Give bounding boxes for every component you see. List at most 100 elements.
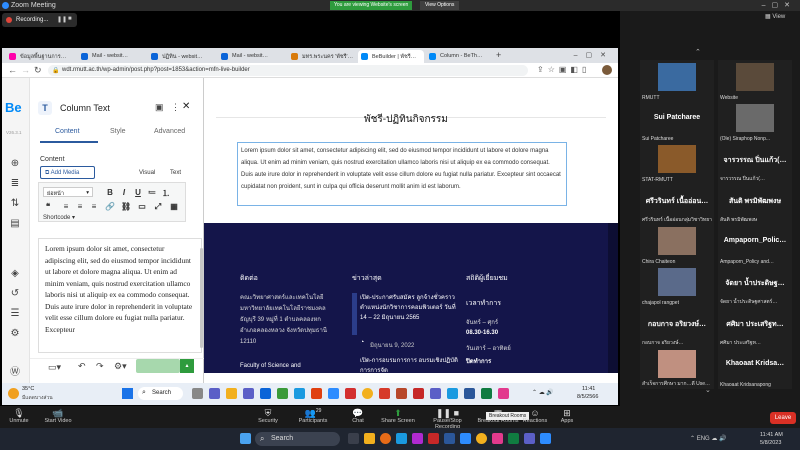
device-icon[interactable]: ▭▾ — [48, 362, 61, 373]
news-item[interactable]: เปิด-ประกาศรับสมัคร ลูกจ้างชั่วคราว ตำแห… — [360, 293, 460, 323]
align-center-icon[interactable]: ≡ — [75, 202, 85, 211]
start-video-button[interactable]: 📹 Start Video — [33, 408, 83, 424]
layers-icon[interactable]: ≣ — [9, 178, 21, 190]
app-icon[interactable] — [277, 388, 288, 399]
align-left-icon[interactable]: ≡ — [61, 202, 71, 211]
app-icon[interactable] — [540, 433, 551, 444]
app-icon[interactable] — [328, 388, 339, 399]
participant-tile[interactable]: ศศิมา ประเสริฐท… ศศิมา ประเสริฐท… — [718, 306, 792, 348]
window-controls[interactable]: –▢✕ — [762, 1, 796, 9]
app-icon[interactable] — [348, 433, 359, 444]
shortcode-dropdown[interactable]: Shortcode ▾ — [43, 214, 75, 221]
close-icon[interactable]: ✕ — [182, 101, 190, 112]
page-scrollbar[interactable] — [608, 223, 618, 373]
scrollbar[interactable] — [200, 248, 203, 348]
tab-advanced[interactable]: Advanced — [154, 128, 185, 135]
back-icon[interactable]: ← — [8, 65, 17, 75]
forward-icon[interactable]: → — [21, 65, 30, 75]
participants-button[interactable]: 👥29 Participants — [288, 408, 338, 424]
app-icon[interactable] — [379, 388, 390, 399]
participant-tile[interactable]: จารวรรณ ปิ่นแก้ว(… จารวรรณ ปิ่นแก้ว(… — [718, 142, 792, 184]
participant-tile[interactable]: Website — [718, 60, 792, 102]
browser-tab[interactable]: ปฏิทิน - websit… — [148, 50, 216, 63]
participant-tile[interactable]: Khaoaat Kridsa… Khaoaat Kridsanapong — [718, 347, 792, 389]
pdf-icon[interactable] — [428, 433, 439, 444]
app-icon[interactable] — [524, 433, 535, 444]
recording-indicator[interactable]: Recording... ❚❚ ■ — [2, 13, 77, 27]
settings-sliders-icon[interactable]: ☰ — [9, 308, 21, 320]
participant-tile[interactable]: STAT-RMUTT — [640, 142, 714, 184]
bold-icon[interactable]: B — [105, 188, 115, 197]
browser-tab[interactable]: Mail - websit… — [218, 50, 286, 63]
update-button[interactable] — [136, 359, 180, 373]
underline-icon[interactable]: U — [133, 188, 143, 197]
bullet-list-icon[interactable]: ≔ — [147, 188, 157, 197]
fullscreen-icon[interactable]: ⤢ — [153, 202, 163, 212]
security-button[interactable]: ⛨ Security — [243, 408, 293, 424]
undo-history-icon[interactable]: ↺ — [9, 288, 21, 300]
participant-tile[interactable]: สำเร็จการศึกษา มาก…ดี Use… — [640, 347, 714, 389]
participant-tile[interactable]: กอบกาจ อริยวงษ์… กอบกาจ อริยวงษ์… — [640, 306, 714, 348]
app-icon[interactable] — [460, 433, 471, 444]
stack-icon[interactable]: ◈ — [9, 268, 21, 280]
app-icon[interactable] — [430, 388, 441, 399]
participant-tile[interactable]: Ampaporn_Polic… Ampaporn_Policy and… — [718, 224, 792, 266]
share-screen-button[interactable]: ⬆ Share Screen — [373, 408, 423, 424]
firefox-icon[interactable] — [380, 433, 391, 444]
app-icon[interactable] — [260, 388, 271, 399]
app-icon[interactable] — [492, 433, 503, 444]
column-text-block[interactable]: Lorem ipsum dolor sit amet, consectetur … — [237, 142, 567, 206]
template-icon[interactable]: ▤ — [9, 218, 21, 230]
visual-tab[interactable]: Visual — [139, 170, 155, 176]
participant-tile[interactable]: Chira Chaiteon — [640, 224, 714, 266]
tab-style[interactable]: Style — [110, 128, 126, 135]
gallery-prev[interactable]: ⌃ — [695, 48, 701, 56]
apps-button[interactable]: ⊞ Apps — [542, 408, 592, 424]
app-icon[interactable] — [464, 388, 475, 399]
app-icon[interactable] — [447, 388, 458, 399]
host-taskbar-search[interactable]: ⌕ Search — [255, 432, 340, 446]
content-textarea[interactable]: Lorem ipsum dolor sit amet, consectetur … — [38, 238, 202, 353]
view-options-button[interactable]: View Options — [420, 1, 460, 10]
browser-tab[interactable]: Column - BeTh… — [426, 50, 492, 63]
update-options-button[interactable]: ▴ — [180, 359, 194, 373]
url-bar[interactable]: 🔒 wdt.rmutt.ac.th/wp-admin/post.php?post… — [48, 65, 528, 76]
windows-start-icon[interactable] — [240, 433, 251, 444]
window-controls[interactable]: –▢✕ — [574, 51, 614, 59]
pdf-icon[interactable] — [413, 388, 424, 399]
app-icon[interactable] — [364, 433, 375, 444]
browser-tab-active[interactable]: BeBuilder | พัชรี… — [358, 50, 424, 63]
tab-content[interactable]: Content — [55, 128, 80, 135]
system-tray[interactable]: ⌃ ☁ 🔊 — [532, 389, 554, 396]
windows-start-icon[interactable] — [122, 388, 133, 399]
stop-icon[interactable]: ■ — [68, 16, 72, 22]
more-options-icon[interactable]: ⋮ — [171, 102, 180, 113]
chrome-icon[interactable] — [476, 433, 487, 444]
app-icon[interactable] — [444, 433, 455, 444]
taskbar-search[interactable]: ⌕ Search — [138, 387, 183, 400]
add-media-button[interactable]: ⧉ Add Media — [40, 166, 95, 179]
leave-button[interactable]: Leave — [770, 412, 796, 424]
gear-icon[interactable]: ⚙ — [9, 328, 21, 340]
chrome-icon[interactable] — [362, 388, 373, 399]
settings-icon[interactable]: ⚙▾ — [114, 361, 127, 372]
browser-tab[interactable]: มทร.พระนคร 'พัชรี'… — [288, 50, 356, 63]
app-icon[interactable] — [508, 433, 519, 444]
app-icon[interactable] — [311, 388, 322, 399]
new-tab-icon[interactable]: + — [496, 50, 501, 60]
participant-tile[interactable]: จัดยา น้ำประดิษฐ… จัดยา น้ำประดิษฐศาสตร์… — [718, 265, 792, 307]
system-tray[interactable]: ⌃ ENG ☁ 🔊 — [690, 435, 727, 442]
italic-icon[interactable]: I — [119, 188, 129, 197]
unlink-icon[interactable]: ⛓ — [121, 202, 131, 211]
sort-icon[interactable]: ⇅ — [9, 198, 21, 210]
undo-icon[interactable]: ↶ — [78, 361, 86, 372]
app-icon[interactable] — [345, 388, 356, 399]
app-icon[interactable] — [226, 388, 237, 399]
view-button[interactable]: ▦ View — [765, 13, 785, 20]
app-icon[interactable] — [498, 388, 509, 399]
app-icon[interactable] — [209, 388, 220, 399]
pause-stop-recording-button[interactable]: ❚❚ ■ Pause/Stop Recording — [420, 408, 475, 430]
participant-tile[interactable]: (Ole) Siraphop Nonp... — [718, 101, 792, 143]
news-item[interactable]: เปิด-การอบรมการการ อบรมเชิงปฏิบัติการการ… — [360, 356, 460, 373]
format-select[interactable]: ย่อหน้า ▾ — [43, 187, 93, 197]
